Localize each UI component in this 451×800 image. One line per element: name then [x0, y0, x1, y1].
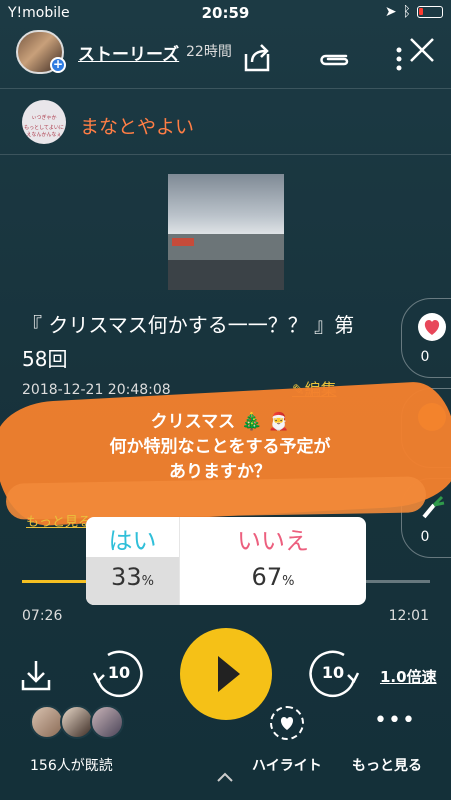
poll-option-no-label: いいえ — [237, 527, 309, 555]
poll-no-percent: 67% — [251, 563, 295, 591]
skip-back-button[interactable]: 10 — [90, 645, 148, 703]
reader-avatar[interactable] — [90, 705, 124, 739]
battery-icon — [417, 6, 443, 18]
poll-question-line: 何か特別なことをする予定が — [109, 437, 331, 457]
highlight-icon[interactable] — [270, 706, 304, 740]
skip-forward-seconds: 10 — [321, 663, 345, 682]
share-icon[interactable] — [240, 40, 274, 74]
poll-option-no[interactable]: いいえ 67% — [179, 517, 366, 605]
stories-time: 22時間 — [186, 44, 232, 60]
more-link[interactable]: もっと見る — [26, 511, 91, 530]
divider — [0, 154, 451, 155]
status-bar: Y!mobile 20:59 ➤ ᛒ — [0, 0, 451, 26]
readers-count[interactable]: 156人が既読 — [30, 755, 113, 775]
heart-icon — [418, 313, 446, 341]
reaction-count: 0 — [420, 529, 430, 545]
play-button[interactable] — [180, 628, 272, 720]
clip-icon[interactable] — [316, 48, 352, 70]
stories-link[interactable]: ストーリーズ — [78, 40, 179, 65]
playback-speed-button[interactable]: 1.0倍速 — [380, 666, 437, 687]
divider — [0, 88, 451, 89]
more-dots-icon[interactable]: ••• — [374, 708, 416, 733]
channel-avatar[interactable]: ぃつぎゃか もっとしてよいにえなんかんなぇ — [22, 100, 66, 144]
poll-option-yes-label: はい — [108, 527, 157, 555]
total-time: 12:01 — [388, 608, 429, 624]
poll-card: はい 33% いいえ 67% — [86, 517, 366, 605]
poll-question-line: クリスマス 🎄 🎅 — [150, 412, 290, 432]
elapsed-time: 07:26 — [22, 608, 63, 624]
more-label[interactable]: もっと見る — [352, 755, 422, 775]
add-story-icon[interactable]: + — [50, 57, 66, 73]
kebab-menu-icon[interactable] — [394, 46, 404, 72]
avatar-text: もっとしてよいにえなんかんなぇ — [24, 125, 64, 138]
skip-forward-button[interactable]: 10 — [304, 645, 362, 703]
close-icon[interactable] — [408, 36, 436, 64]
status-time: 20:59 — [201, 4, 250, 22]
location-icon: ➤ — [384, 4, 397, 20]
reaction-heart-button[interactable]: 0 — [401, 298, 451, 378]
reaction-count: 0 — [420, 349, 430, 365]
download-icon[interactable] — [20, 658, 52, 692]
skip-back-seconds: 10 — [107, 663, 131, 682]
poll-yes-percent: 33% — [111, 563, 154, 591]
poll-question: クリスマス 🎄 🎅 何か特別なことをする予定が ありますか？ — [60, 410, 380, 485]
channel-name[interactable]: まなとやよい — [80, 112, 194, 139]
poll-question-line: ありますか？ — [169, 462, 271, 482]
status-icons: ➤ ᛒ — [385, 4, 443, 20]
reader-avatar[interactable] — [30, 705, 64, 739]
reader-avatar[interactable] — [60, 705, 94, 739]
poll-option-yes[interactable]: はい 33% — [86, 517, 179, 605]
bluetooth-icon: ᛒ — [402, 4, 411, 20]
highlight-label[interactable]: ハイライト — [252, 755, 322, 775]
episode-thumbnail — [168, 174, 284, 290]
episode-title: 『 クリスマス何かする一一？？ 』第58回 — [22, 313, 355, 371]
avatar-text: ぃつぎゃか — [31, 115, 57, 121]
chevron-up-icon[interactable] — [214, 766, 236, 788]
